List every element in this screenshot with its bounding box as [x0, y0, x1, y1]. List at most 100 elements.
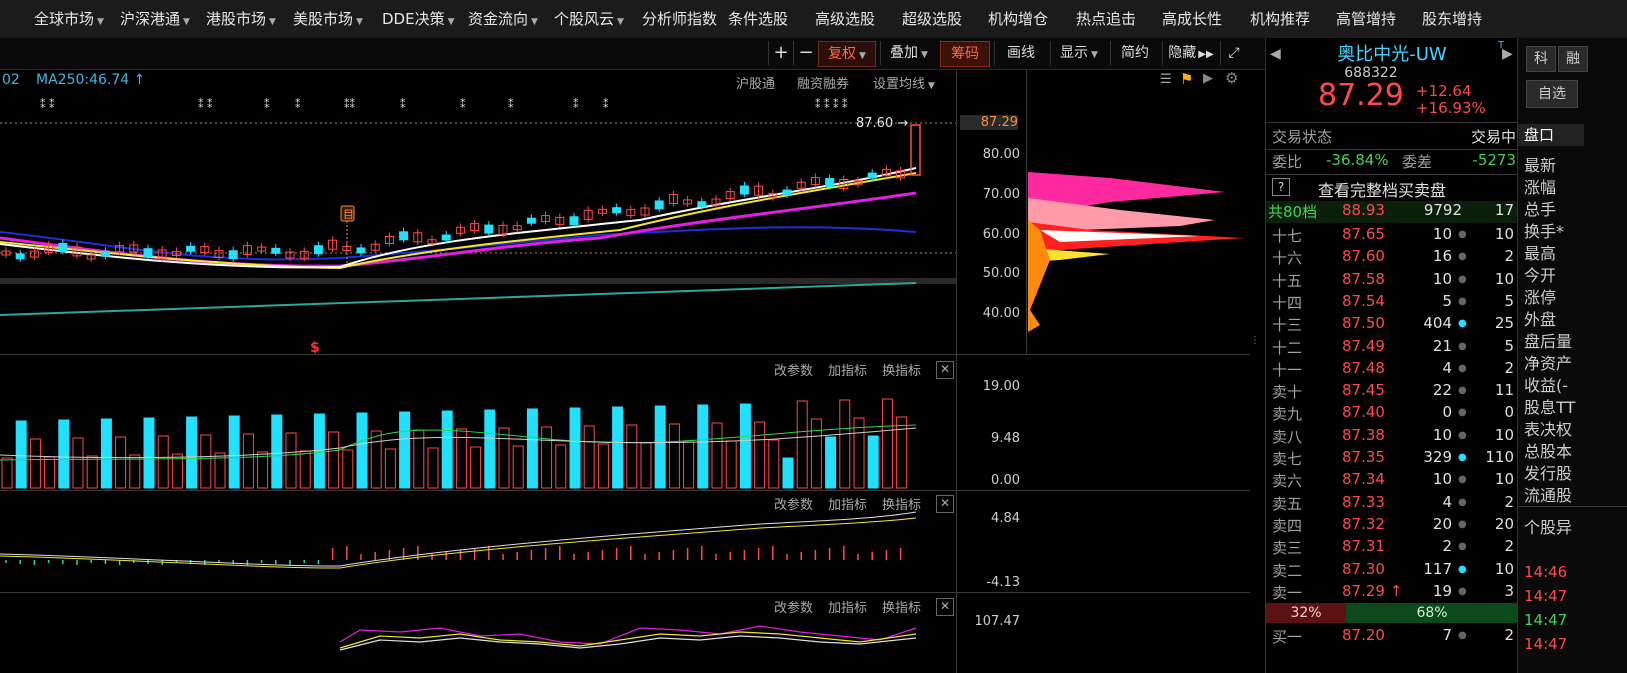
fuquan-dropdown[interactable]: 复权 ▼ [818, 41, 876, 67]
full-order-book-link[interactable]: 查看完整档买卖盘 [1318, 177, 1446, 201]
tab-pankou[interactable]: 盘口 [1518, 124, 1584, 146]
weibi-row: 委比 -36.84% 委差 -5273 [1266, 151, 1518, 173]
volume-y-label: 9.48 [991, 431, 1020, 446]
price-change: +12.64 [1416, 82, 1472, 100]
buy-ratio-bar: 68% [1346, 603, 1518, 623]
menu-item-label: 高成长性 [1162, 10, 1223, 28]
ask-volume: 329 [1423, 448, 1452, 466]
volume-bar [242, 433, 254, 489]
ask-volume: 0 [1442, 403, 1452, 422]
dot-icon: ● [1458, 429, 1467, 441]
kdj-switch-indicator-button[interactable]: 换指标 [882, 597, 921, 616]
chevron-down-icon: ▼ [859, 51, 866, 61]
volume-bar [115, 436, 127, 489]
volume-bar [342, 449, 354, 489]
fullscreen-icon[interactable]: ⤢ [1220, 41, 1247, 65]
volume-bar [810, 418, 822, 489]
kdj-chart [339, 625, 917, 651]
yincang-button[interactable]: 隐藏 ▶▶ [1162, 41, 1219, 65]
ask-price: 87.30 [1342, 559, 1385, 578]
ask-row: 十一 87.48 4 ● 2 [1266, 359, 1518, 381]
ask-row: 卖三 87.31 2 ● 2 [1266, 537, 1518, 559]
side-field-label: 净资产 [1524, 354, 1573, 373]
ask-count: 10 [1494, 269, 1514, 288]
trade-time: 14:47 [1524, 611, 1568, 629]
ask-volume: 117 [1423, 559, 1452, 578]
help-icon[interactable]: ? [1272, 178, 1290, 196]
volume-bar [541, 426, 553, 489]
ask-level-label: 卖九 [1272, 405, 1303, 424]
kdj-change-params-button[interactable]: 改参数 [774, 597, 813, 616]
volume-bar [29, 438, 41, 489]
volume-bar [129, 454, 141, 489]
volume-bar [370, 430, 382, 489]
add-watchlist-button[interactable]: 自选 [1526, 80, 1578, 108]
ask-volume: 10 [1432, 470, 1452, 489]
ask-level-label: 十三 [1272, 316, 1303, 335]
side-field-label: 盘后量 [1524, 332, 1573, 351]
menu-item-2[interactable]: 港股市场 ▼ [206, 0, 276, 38]
dot-icon: ● [1458, 340, 1467, 352]
volume-bar [881, 398, 893, 489]
diejia-dropdown[interactable]: 叠加 ▼ [880, 41, 937, 65]
menu-item-1[interactable]: 沪深港通 ▼ [120, 0, 190, 38]
close-icon[interactable]: ✕ [936, 598, 954, 616]
ask-price: 87.50 [1342, 314, 1385, 333]
total-count: 17 [1494, 201, 1514, 219]
kdj-add-indicator-button[interactable]: 加指标 [828, 597, 867, 616]
menu-item-16[interactable]: 股东增持 [1422, 0, 1482, 38]
ask-price: 87.60 [1342, 247, 1385, 266]
volume-bar [626, 424, 638, 489]
ask-level-label: 十二 [1272, 338, 1303, 357]
menu-item-13[interactable]: 高成长性 [1162, 0, 1222, 38]
menu-item-label: 超级选股 [902, 10, 963, 28]
zoom-out-button[interactable]: − [793, 41, 818, 65]
chevron-down-icon: ▼ [921, 50, 928, 60]
side-field-label: 总手 [1524, 200, 1557, 219]
side-field-label: 流通股 [1524, 486, 1573, 505]
price-change-pct: +16.93% [1416, 99, 1486, 117]
svg-text:⁑: ⁑ [573, 98, 579, 111]
menu-item-12[interactable]: 热点追击 [1076, 0, 1136, 38]
xianshi-dropdown[interactable]: 显示 ▼ [1050, 41, 1107, 65]
ask-volume: 16 [1432, 247, 1452, 266]
ask-level-label: 卖四 [1272, 516, 1303, 535]
ask-row: 卖五 87.33 4 ● 2 [1266, 493, 1518, 515]
menu-item-0[interactable]: 全球市场 ▼ [34, 0, 104, 38]
menu-item-4[interactable]: DDE决策 ▼ [382, 0, 455, 38]
diejia-label: 叠加 [890, 45, 919, 61]
ask-level-label: 卖一 [1272, 583, 1303, 602]
splitter-handle[interactable]: ⋮ [1250, 335, 1260, 346]
menu-item-label: 全球市场 [34, 10, 95, 28]
jianyue-button[interactable]: 简约 [1110, 41, 1159, 65]
zoom-in-button[interactable]: + [768, 41, 793, 65]
ask-row: 卖六 87.34 10 ● 10 [1266, 470, 1518, 492]
kechuang-button[interactable]: 科 [1526, 46, 1556, 72]
menu-item-10[interactable]: 超级选股 [902, 0, 962, 38]
stock-anomaly-tab[interactable]: 个股异 [1524, 514, 1572, 538]
menu-item-8[interactable]: 条件选股 [728, 0, 788, 38]
menu-item-15[interactable]: 高管增持 [1336, 0, 1396, 38]
menu-item-6[interactable]: 个股风云 ▼ [554, 0, 624, 38]
menu-item-9[interactable]: 高级选股 [815, 0, 875, 38]
chouma-button[interactable]: 筹码 [940, 41, 990, 67]
ask-count: 0 [1504, 403, 1514, 422]
menu-item-3[interactable]: 美股市场 ▼ [293, 0, 363, 38]
menu-item-label: 港股市场 [206, 10, 267, 28]
volume-bar [683, 441, 695, 489]
menu-item-14[interactable]: 机构推荐 [1250, 0, 1310, 38]
volume-bar [228, 415, 240, 489]
huaxian-button[interactable]: 画线 [994, 41, 1047, 65]
side-field-label: 发行股 [1524, 464, 1573, 483]
menu-item-label: 股东增持 [1422, 10, 1483, 28]
volume-bar [384, 448, 396, 489]
menu-item-11[interactable]: 机构增仓 [988, 0, 1048, 38]
rong-button[interactable]: 融 [1558, 46, 1588, 72]
volume-bar [484, 409, 496, 489]
volume-bar [569, 407, 581, 489]
menu-item-7[interactable]: 分析师指数 [642, 0, 717, 38]
ask-row: 卖十 87.45 22 ● 11 [1266, 381, 1518, 403]
volume-bar [470, 446, 482, 489]
menu-item-5[interactable]: 资金流向 ▼ [468, 0, 538, 38]
ask-price: 87.29 [1342, 581, 1385, 600]
